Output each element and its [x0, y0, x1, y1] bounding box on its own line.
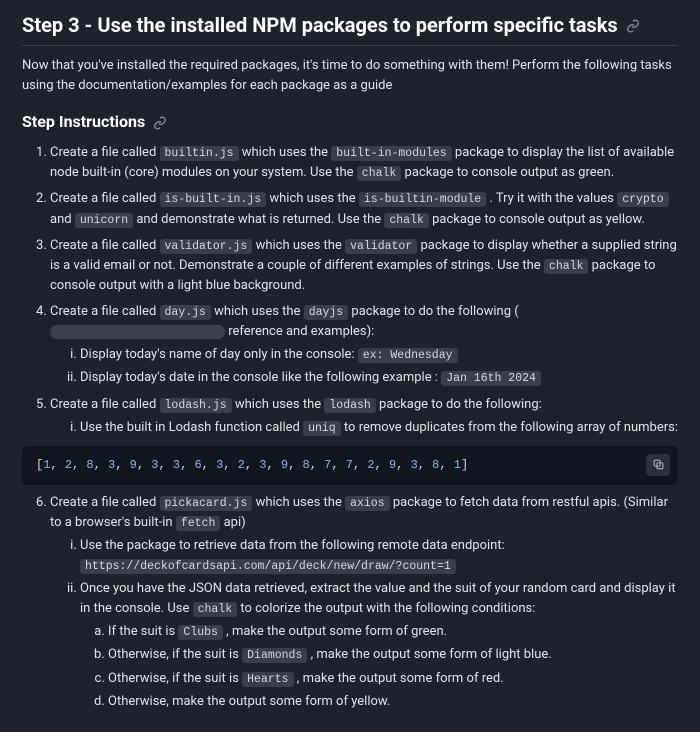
instruction-item: Create a file called is-built-in.js whic…: [50, 189, 678, 229]
code-block: [1, 2, 8, 3, 9, 3, 3, 6, 3, 2, 3, 9, 8, …: [22, 446, 678, 485]
instruction-item: Create a file called builtin.js which us…: [50, 143, 678, 183]
instruction-list: Create a file called builtin.js which us…: [22, 143, 678, 712]
instructions-heading: Step Instructions: [22, 110, 678, 135]
code-package: chalk: [357, 166, 402, 181]
code-package: chalk: [544, 259, 589, 274]
instruction-item: Create a file called pickacard.js which …: [50, 493, 678, 712]
instruction-item: Create a file called lodash.js which use…: [50, 395, 678, 485]
link-icon[interactable]: [153, 116, 167, 130]
code-function: uniq: [303, 421, 341, 436]
code-filename: validator.js: [160, 239, 253, 254]
instruction-item: Create a file called day.js which uses t…: [50, 302, 678, 389]
sub-list: Display today's name of day only in the …: [50, 345, 678, 388]
code-value: Diamonds: [242, 648, 307, 663]
condition-item: Otherwise, if the suit is Diamonds , mak…: [108, 645, 678, 665]
horizontal-rule: [22, 45, 678, 46]
code-value: crypto: [617, 192, 668, 207]
sub-item: Use the package to retrieve data from th…: [80, 536, 678, 576]
sub-list: Use the package to retrieve data from th…: [50, 536, 678, 712]
code-example: Jan 16th 2024: [441, 371, 541, 386]
link-icon[interactable]: [626, 19, 640, 33]
code-package: lodash: [324, 398, 375, 413]
condition-item: Otherwise, if the suit is Hearts , make …: [108, 669, 678, 689]
code-package: axios: [345, 496, 390, 511]
code-filename: builtin.js: [160, 146, 239, 161]
sub-item: Display today's date in the console like…: [80, 368, 678, 388]
sub-item: Display today's name of day only in the …: [80, 345, 678, 365]
code-api: fetch: [176, 516, 221, 531]
intro-paragraph: Now that you've installed the required p…: [22, 56, 678, 96]
code-example: ex: Wednesday: [358, 348, 458, 363]
code-filename: pickacard.js: [160, 496, 253, 511]
instructions-heading-text: Step Instructions: [22, 110, 145, 135]
code-package: is-builtin-module: [359, 192, 486, 207]
code-package: built-in-modules: [331, 146, 451, 161]
sub-item: Once you have the JSON data retrieved, e…: [80, 579, 678, 712]
code-filename: lodash.js: [160, 398, 232, 413]
code-package: dayjs: [304, 305, 349, 320]
sub-list: Use the built in Lodash function called …: [50, 418, 678, 438]
condition-list: If the suit is Clubs , make the output s…: [80, 622, 678, 712]
code-package: chalk: [193, 602, 238, 617]
code-filename: day.js: [160, 305, 211, 320]
code-package: chalk: [384, 213, 429, 228]
code-array: [1, 2, 8, 3, 9, 3, 3, 6, 3, 2, 3, 9, 8, …: [36, 458, 468, 472]
instruction-item: Create a file called validator.js which …: [50, 236, 678, 296]
redacted-link[interactable]: [50, 325, 225, 339]
code-package: validator: [345, 239, 417, 254]
step-heading: Step 3 - Use the installed NPM packages …: [22, 10, 678, 41]
copy-button[interactable]: [646, 454, 670, 476]
condition-item: If the suit is Clubs , make the output s…: [108, 622, 678, 642]
code-value: unicorn: [75, 213, 133, 228]
code-value: Clubs: [178, 625, 223, 640]
condition-item: Otherwise, make the output some form of …: [108, 692, 678, 712]
sub-item: Use the built in Lodash function called …: [80, 418, 678, 438]
code-filename: is-built-in.js: [160, 192, 267, 207]
code-value: Hearts: [242, 672, 293, 687]
code-url: https://deckofcardsapi.com/api/deck/new/…: [80, 559, 456, 574]
step-heading-text: Step 3 - Use the installed NPM packages …: [22, 10, 618, 41]
